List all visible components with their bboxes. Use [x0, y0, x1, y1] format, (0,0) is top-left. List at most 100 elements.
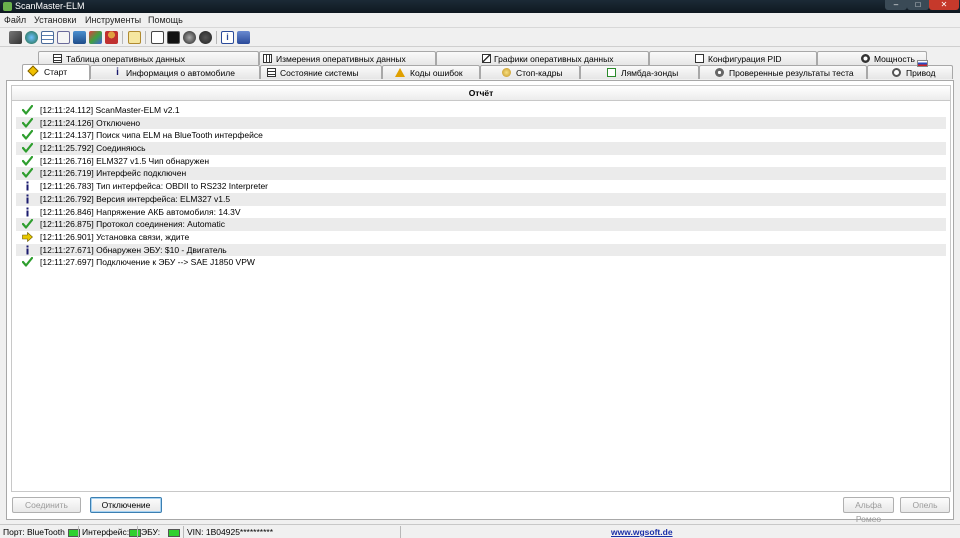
toolbar-separator — [122, 31, 123, 44]
opel-button[interactable]: Опель — [900, 497, 950, 513]
grid-icon — [53, 54, 62, 63]
tab-system-status[interactable]: Состояние системы — [260, 65, 382, 79]
tab-label: Графики оперативных данных — [494, 54, 614, 64]
status-divider — [78, 526, 79, 538]
toolbar: i — [0, 28, 960, 47]
tab-oxygen-sensors[interactable]: Лямбда-зонды — [580, 65, 699, 79]
menu-settings[interactable]: Установки — [34, 15, 76, 25]
tab-vehicle-info[interactable]: i Информация о автомобиле — [90, 65, 260, 79]
tab-strip: Таблица оперативных данных Измерения опе… — [0, 50, 960, 80]
menu-bar: Файл Установки Инструменты Помощь — [0, 13, 960, 28]
chart-icon — [482, 54, 491, 63]
table-icon[interactable] — [41, 31, 54, 44]
tab-freeze-frames[interactable]: Стоп-кадры — [480, 65, 580, 79]
menu-file[interactable]: Файл — [4, 15, 26, 25]
config-icon — [695, 54, 704, 63]
alfa-romeo-button[interactable]: Альфа Ромео — [843, 497, 894, 524]
disk-icon[interactable] — [199, 31, 212, 44]
tab-live-data-graphs[interactable]: Графики оперативных данных — [436, 51, 649, 65]
log-entry-text: [12:11:26.783] Тип интерфейса: OBDII to … — [40, 181, 268, 192]
tab-label: Конфигурация PID — [708, 54, 782, 64]
tab-label: Старт — [44, 67, 68, 77]
status-divider — [183, 526, 184, 538]
globe-icon[interactable] — [25, 31, 38, 44]
log-entry-text: [12:11:26.719] Интерфейс подключен — [40, 168, 187, 179]
check-icon — [22, 105, 33, 115]
tab-start[interactable]: Старт — [22, 64, 90, 80]
menu-tools[interactable]: Инструменты — [85, 15, 141, 25]
website-link[interactable]: www.wgsoft.de — [611, 527, 673, 537]
vin-value: VIN: 1B04925********** — [187, 527, 274, 537]
warning-icon — [395, 68, 405, 77]
tab-pid-config[interactable]: Конфигурация PID — [649, 51, 817, 65]
status-bar: Порт: BlueTooth Интерфейс: ЭБУ: VIN: 1B0… — [0, 524, 960, 538]
sensor-icon — [607, 68, 616, 77]
tab-live-data-table[interactable]: Таблица оперативных данных — [38, 51, 259, 65]
book-icon[interactable] — [237, 31, 250, 44]
record-icon[interactable] — [183, 31, 196, 44]
wrench-icon[interactable] — [9, 31, 22, 44]
log-entry-text: [12:11:27.697] Подключение к ЭБУ --> SAE… — [40, 257, 255, 268]
app-icon — [3, 2, 12, 11]
minimize-button[interactable]: – — [885, 0, 907, 10]
chart-icon[interactable] — [73, 31, 86, 44]
gear-icon — [715, 68, 724, 77]
tab-label: Коды ошибок — [410, 68, 463, 78]
tab-label: Таблица оперативных данных — [66, 54, 186, 64]
status-divider — [400, 526, 401, 538]
check-icon — [22, 130, 33, 140]
tab-label: Информация о автомобиле — [126, 68, 235, 78]
terminal-icon[interactable] — [167, 31, 180, 44]
tab-label: Лямбда-зонды — [621, 68, 679, 78]
check-icon — [22, 257, 33, 267]
log-entry-text: [12:11:24.126] Отключено — [40, 117, 141, 128]
connect-button[interactable]: Соединить — [12, 497, 81, 513]
log-entry: [12:11:26.875] Протокол соединения: Auto… — [16, 218, 946, 231]
language-flag-icon[interactable] — [917, 60, 928, 67]
tab-drive[interactable]: Привод — [867, 65, 953, 79]
check-icon — [22, 168, 33, 179]
gauge-icon — [263, 54, 272, 63]
log-entry: [12:11:26.846] Напряжение АКБ автомобиля… — [16, 206, 946, 219]
steering-icon — [892, 68, 901, 77]
tab-label: Измерения оперативных данных — [276, 54, 406, 64]
chat-icon[interactable] — [151, 31, 164, 44]
check-icon — [22, 219, 33, 229]
info-icon — [26, 207, 29, 216]
tab-live-data-measurements[interactable]: Измерения оперативных данных — [259, 51, 436, 65]
log-entry-text: [12:11:26.716] ELM327 v1.5 Чип обнаружен — [40, 155, 210, 166]
disconnect-button[interactable]: Отключение — [90, 497, 162, 513]
power-icon — [861, 54, 870, 63]
system-icon — [267, 68, 276, 77]
menu-help[interactable]: Помощь — [148, 15, 183, 25]
info-icon — [26, 181, 29, 191]
log-entry: [12:11:26.716] ELM327 v1.5 Чип обнаружен — [16, 155, 946, 168]
start-tab-panel: Отчёт [12:11:24.112] ScanMaster-ELM v2.1… — [6, 80, 954, 524]
status-divider — [137, 526, 138, 538]
toolbar-separator — [145, 31, 146, 44]
log-entry: [12:11:27.671] Обнаружен ЭБУ: $10 - Двиг… — [16, 243, 946, 257]
log-entry: [12:11:26.901] Установка связи, ждите — [16, 231, 946, 244]
log-entry-text: [12:11:26.901] Установка связи, ждите — [40, 231, 190, 242]
clipboard-icon[interactable] — [57, 31, 70, 44]
tab-label: Стоп-кадры — [516, 68, 563, 78]
tab-label: Состояние системы — [280, 68, 359, 78]
page-icon[interactable] — [128, 31, 141, 44]
tab-test-results[interactable]: Проверенные результаты теста — [699, 65, 867, 79]
tab-power[interactable]: Мощность — [817, 51, 927, 65]
port-status: Порт: BlueTooth — [3, 527, 80, 537]
port-label: Порт: BlueTooth — [3, 527, 65, 537]
report-panel: Отчёт [12:11:24.112] ScanMaster-ELM v2.1… — [11, 85, 951, 492]
snapshot-icon — [502, 68, 511, 77]
log-entry-text: [12:11:24.112] ScanMaster-ELM v2.1 — [40, 105, 180, 115]
tab-error-codes[interactable]: Коды ошибок — [382, 65, 480, 79]
person-icon[interactable] — [105, 31, 118, 44]
close-button[interactable]: ✕ — [929, 0, 959, 10]
maximize-button[interactable]: □ — [907, 0, 929, 10]
log-entry: [12:11:25.792] Соединяюсь — [16, 142, 946, 155]
dashboard-icon[interactable] — [89, 31, 102, 44]
tab-label: Проверенные результаты теста — [729, 68, 854, 78]
report-title: Отчёт — [12, 86, 950, 101]
title-bar: ScanMaster-ELM – □ ✕ — [0, 0, 960, 13]
info-icon[interactable]: i — [221, 31, 234, 44]
